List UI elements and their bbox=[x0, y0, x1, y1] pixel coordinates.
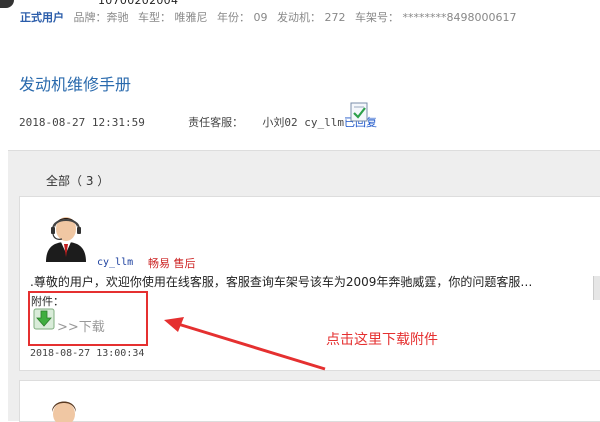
agent-avatar-icon bbox=[40, 207, 92, 262]
ticket-title[interactable]: 发动机维修手册 bbox=[19, 71, 131, 95]
year-info: 年份： 09 bbox=[217, 11, 268, 24]
ticket-date: 2018-08-27 12:31:59 bbox=[19, 116, 145, 129]
user-avatar bbox=[0, 0, 14, 8]
highlight-box bbox=[28, 291, 148, 346]
engine-info: 发动机： 272 bbox=[277, 11, 346, 24]
annotation-arrow-icon bbox=[164, 317, 326, 371]
agent-name: cy_llm bbox=[97, 257, 134, 268]
agent-avatar-icon bbox=[52, 401, 76, 422]
agent-value: 小刘02 cy_llm bbox=[262, 116, 344, 129]
ticket-meta-row: 2018-08-27 12:31:59 责任客服： 小刘02 cy_llm已回复 bbox=[19, 114, 377, 130]
check-document-icon bbox=[350, 102, 368, 122]
agent-label: 责任客服： bbox=[188, 116, 244, 129]
vehicle-info-row: 正式用户 品牌：奔驰 车型： 唯雅尼 年份： 09 发动机： 272 车架号： … bbox=[20, 9, 522, 25]
reply-time: 2018-08-27 13:00:34 bbox=[30, 348, 145, 359]
agent-brand: 畅易 售后 bbox=[148, 257, 196, 270]
user-phone: 10700202004 bbox=[98, 0, 179, 7]
scrollbar-stub[interactable] bbox=[593, 276, 600, 300]
replies-filter-all[interactable]: 全部（ 3 ） bbox=[46, 172, 109, 189]
annotation-text: 点击这里下载附件 bbox=[326, 332, 438, 348]
reply-card bbox=[19, 380, 600, 422]
user-type-label: 正式用户 bbox=[20, 11, 64, 24]
brand-info: 品牌：奔驰 bbox=[73, 11, 129, 24]
model-info: 车型： 唯雅尼 bbox=[138, 11, 208, 24]
reply-message: .尊敬的用户，欢迎你使用在线客服，客服查询车架号该车为2009年奔驰威霆，你的问… bbox=[30, 275, 533, 289]
vin-info: 车架号： ********8498000617 bbox=[355, 11, 517, 24]
